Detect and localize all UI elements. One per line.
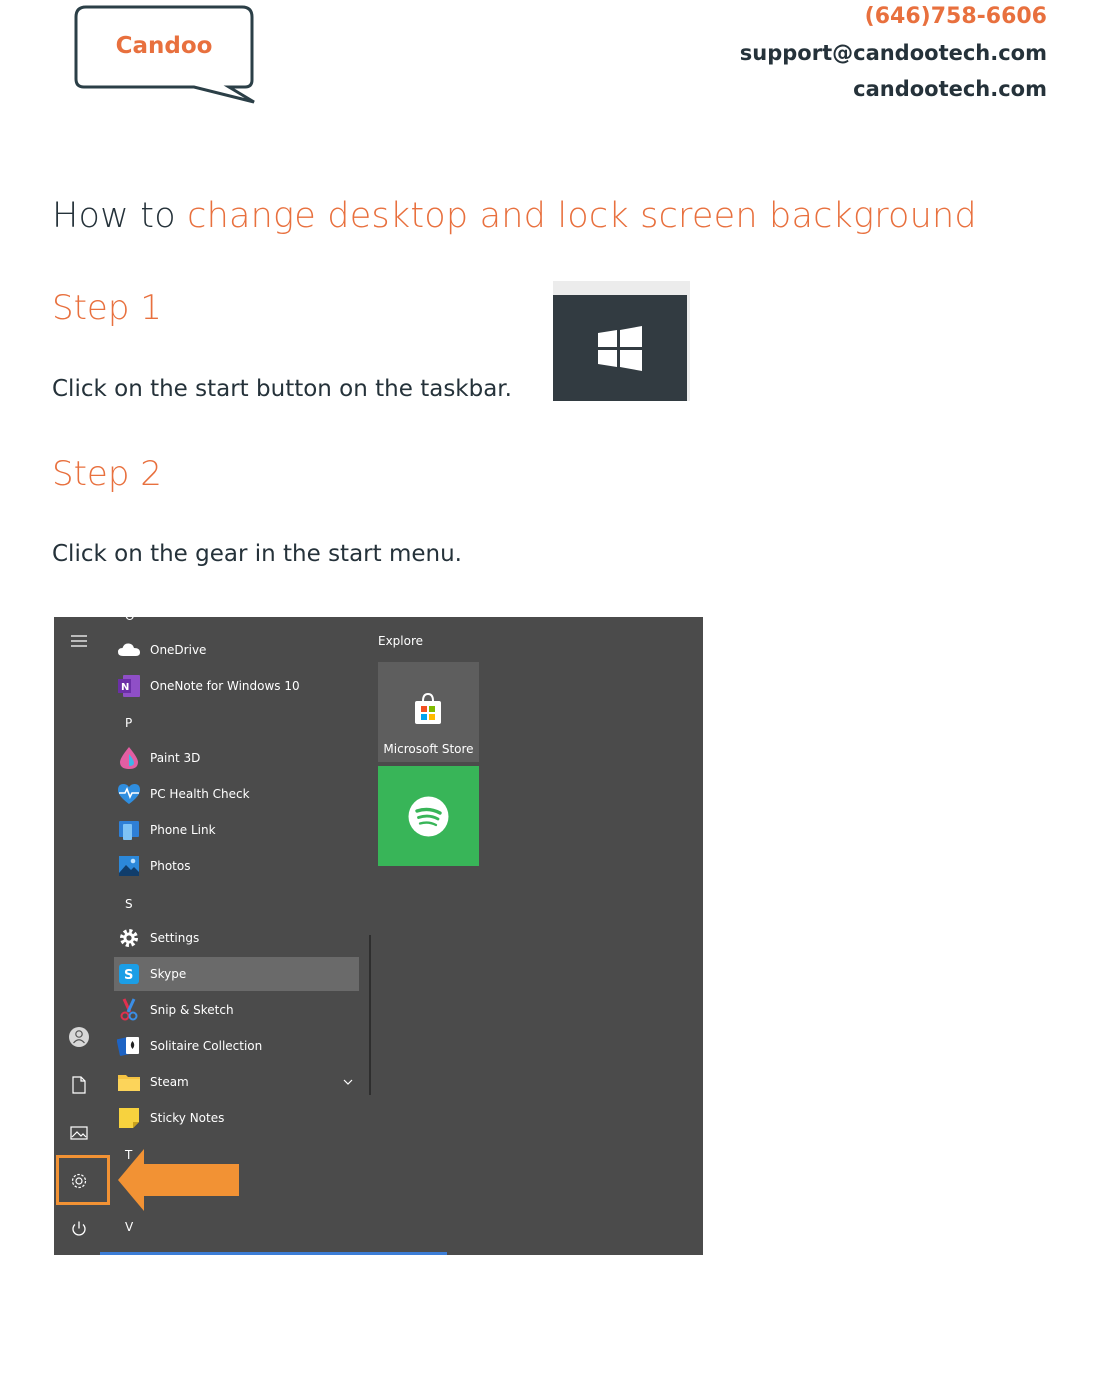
title-accent: change desktop and lock screen backgroun… [187,196,977,236]
step2-text: Click on the gear in the start menu. [52,541,462,567]
store-icon [415,692,441,724]
app-onedrive[interactable]: OneDrive [117,635,357,665]
section-letter-t[interactable]: T [125,1148,132,1162]
start-menu-screenshot: O P S T V OneDrive N OneNote for Windows… [54,617,703,1255]
chevron-down-icon[interactable] [343,1078,353,1086]
app-label: Sticky Notes [150,1111,225,1125]
hamburger-icon[interactable] [67,629,91,653]
app-label: Skype [150,967,187,981]
app-label: Paint 3D [150,751,201,765]
app-paint3d[interactable]: Paint 3D [117,743,357,773]
scrollbar[interactable] [369,935,371,1095]
contact-info: (646)758-6606 support@candootech.com can… [740,2,1047,110]
windows-logo-icon [598,326,642,371]
app-onenote[interactable]: N OneNote for Windows 10 [117,671,357,701]
contact-website[interactable]: candootech.com [740,74,1047,110]
solitaire-icon [117,1034,141,1058]
section-letter-p[interactable]: P [125,716,132,730]
app-settings[interactable]: Settings [117,923,357,953]
app-label: OneDrive [150,643,207,657]
step1-heading: Step 1 [52,288,162,328]
bottom-accent-line [100,1252,447,1255]
svg-text:S: S [124,968,133,983]
app-label: OneNote for Windows 10 [150,679,300,693]
svg-text:N: N [121,682,129,693]
app-label: Snip & Sketch [150,1003,234,1017]
onedrive-icon [117,638,141,662]
candoo-logo: Candoo [74,5,256,105]
paint3d-icon [117,746,141,770]
section-letter-v[interactable]: V [125,1220,133,1234]
phone-link-icon [117,818,141,842]
title-prefix: How to [52,196,188,236]
tile-label: Microsoft Store [383,742,474,756]
gear-highlight-box [56,1155,110,1205]
photos-icon [117,854,141,878]
tile-microsoft-store[interactable]: Microsoft Store [378,662,479,762]
page-title: How to change desktop and lock screen ba… [52,196,977,236]
folder-icon [117,1070,141,1094]
app-pc-health-check[interactable]: PC Health Check [117,779,357,809]
contact-email[interactable]: support@candootech.com [740,38,1047,74]
app-photos[interactable]: Photos [117,851,357,881]
app-steam-folder[interactable]: Steam [117,1067,357,1097]
user-avatar-icon[interactable] [67,1025,91,1049]
pc-health-icon [117,782,141,806]
step2-heading: Step 2 [52,454,162,494]
explore-heading: Explore [378,634,424,648]
section-letter-s[interactable]: S [125,897,133,911]
tile-spotify[interactable] [378,766,479,866]
app-skype[interactable]: S Skype [117,959,357,989]
app-label: Settings [150,931,200,945]
start-button-image [553,281,690,401]
app-label: Steam [150,1075,189,1089]
spotify-icon [408,796,449,837]
document-icon[interactable] [67,1073,91,1097]
app-label: Photos [150,859,191,873]
gear-icon [117,926,141,950]
app-label: PC Health Check [150,787,250,801]
snip-sketch-icon [117,998,141,1022]
onenote-icon: N [117,674,141,698]
app-phone-link[interactable]: Phone Link [117,815,357,845]
step1-text: Click on the start button on the taskbar… [52,376,512,402]
contact-phone[interactable]: (646)758-6606 [740,2,1047,38]
power-icon[interactable] [67,1217,91,1241]
app-solitaire[interactable]: Solitaire Collection [117,1031,357,1061]
section-letter-o: O [125,617,134,623]
skype-icon: S [117,962,141,986]
app-sticky-notes[interactable]: Sticky Notes [117,1103,357,1133]
pictures-icon[interactable] [67,1121,91,1145]
orange-arrow-icon [118,1149,239,1211]
sticky-notes-icon [117,1106,141,1130]
app-label: Phone Link [150,823,216,837]
app-label: Solitaire Collection [150,1039,263,1053]
app-snip-sketch[interactable]: Snip & Sketch [117,995,357,1025]
logo-text: Candoo [115,33,213,59]
